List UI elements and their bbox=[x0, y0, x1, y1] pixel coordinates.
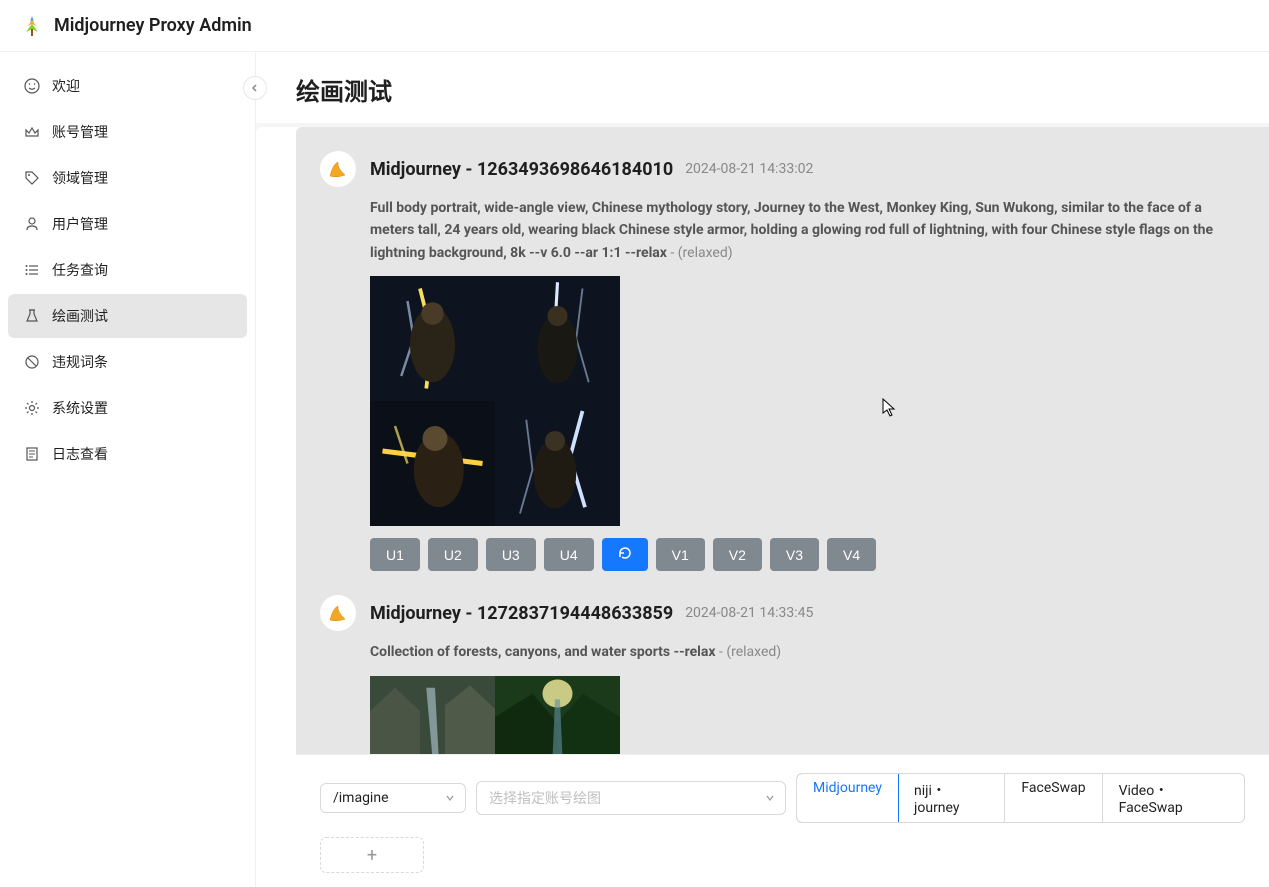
flask-icon bbox=[24, 308, 40, 324]
upscale-2-button[interactable]: U2 bbox=[428, 538, 478, 571]
sidebar-item-banned-words[interactable]: 违规词条 bbox=[8, 340, 247, 384]
reroll-button[interactable] bbox=[602, 538, 648, 571]
bot-avatar bbox=[320, 151, 356, 187]
chevron-left-icon bbox=[250, 83, 260, 93]
message-card: Midjourney - 1263493698646184010 2024-08… bbox=[320, 151, 1245, 571]
midjourney-icon bbox=[327, 602, 349, 624]
sidebar-item-users[interactable]: 用户管理 bbox=[8, 202, 247, 246]
sidebar-item-logs[interactable]: 日志查看 bbox=[8, 432, 247, 476]
sidebar-item-label: 绘画测试 bbox=[52, 306, 108, 326]
sidebar: 欢迎 账号管理 领域管理 用户管理 任务查询 绘画测试 违规词条 系统设置 bbox=[0, 52, 256, 887]
sidebar-collapse-button[interactable] bbox=[243, 76, 267, 100]
mode-radio-group: Midjourney niji・journey FaceSwap Video・F… bbox=[796, 773, 1245, 823]
upload-button[interactable]: + bbox=[320, 837, 424, 873]
message-title: Midjourney - 1272837194448633859 bbox=[370, 603, 673, 624]
crown-icon bbox=[24, 124, 40, 140]
result-image-grid[interactable] bbox=[370, 276, 620, 526]
message-time: 2024-08-21 14:33:45 bbox=[685, 605, 813, 621]
plus-icon: + bbox=[367, 845, 377, 866]
sidebar-item-label: 用户管理 bbox=[52, 214, 108, 234]
input-bar: /imagine 选择指定账号绘图 Midjourney niji・journe… bbox=[296, 754, 1269, 887]
chevron-down-icon bbox=[765, 793, 775, 803]
sidebar-item-welcome[interactable]: 欢迎 bbox=[8, 64, 247, 108]
prompt-text: Collection of forests, canyons, and wate… bbox=[370, 641, 1245, 663]
app-header: Midjourney Proxy Admin bbox=[0, 0, 1269, 52]
sidebar-item-label: 任务查询 bbox=[52, 260, 108, 280]
variation-1-button[interactable]: V1 bbox=[656, 538, 705, 571]
message-time: 2024-08-21 14:33:02 bbox=[685, 161, 813, 177]
midjourney-icon bbox=[327, 158, 349, 180]
sidebar-item-label: 账号管理 bbox=[52, 122, 108, 142]
action-buttons-row: U1 U2 U3 U4 V1 V2 V3 V4 bbox=[370, 538, 1245, 571]
account-select[interactable]: 选择指定账号绘图 bbox=[476, 781, 786, 815]
variation-2-button[interactable]: V2 bbox=[713, 538, 762, 571]
app-title: Midjourney Proxy Admin bbox=[54, 15, 252, 36]
command-select[interactable]: /imagine bbox=[320, 783, 466, 813]
sidebar-item-settings[interactable]: 系统设置 bbox=[8, 386, 247, 430]
sidebar-item-label: 违规词条 bbox=[52, 352, 108, 372]
upscale-1-button[interactable]: U1 bbox=[370, 538, 420, 571]
page-title: 绘画测试 bbox=[296, 72, 1229, 107]
mode-faceswap[interactable]: FaceSwap bbox=[1005, 774, 1102, 822]
sidebar-item-accounts[interactable]: 账号管理 bbox=[8, 110, 247, 154]
mode-video-faceswap[interactable]: Video・FaceSwap bbox=[1103, 774, 1244, 822]
gear-icon bbox=[24, 400, 40, 416]
document-icon bbox=[24, 446, 40, 462]
sidebar-item-label: 领域管理 bbox=[52, 168, 108, 188]
sidebar-item-label: 欢迎 bbox=[52, 76, 80, 96]
sidebar-item-label: 日志查看 bbox=[52, 444, 108, 464]
mode-niji[interactable]: niji・journey bbox=[898, 774, 1005, 822]
chevron-down-icon bbox=[445, 793, 455, 803]
command-select-value: /imagine bbox=[333, 790, 389, 806]
page-header: 绘画测试 bbox=[256, 52, 1269, 123]
main-content: 绘画测试 Midjourney - 1263493698646184010 20… bbox=[256, 52, 1269, 887]
user-icon bbox=[24, 216, 40, 232]
refresh-icon bbox=[618, 546, 632, 560]
messages-list: Midjourney - 1263493698646184010 2024-08… bbox=[296, 127, 1269, 754]
list-icon bbox=[24, 262, 40, 278]
message-card: Midjourney - 1272837194448633859 2024-08… bbox=[320, 595, 1245, 754]
smile-icon bbox=[24, 78, 40, 94]
message-title: Midjourney - 1263493698646184010 bbox=[370, 159, 673, 180]
tag-icon bbox=[24, 170, 40, 186]
bot-avatar bbox=[320, 595, 356, 631]
ban-icon bbox=[24, 354, 40, 370]
result-image-grid[interactable] bbox=[370, 676, 620, 754]
account-select-placeholder: 选择指定账号绘图 bbox=[489, 791, 601, 807]
sidebar-item-domains[interactable]: 领域管理 bbox=[8, 156, 247, 200]
prompt-text: Full body portrait, wide-angle view, Chi… bbox=[370, 197, 1245, 264]
sidebar-item-tasks[interactable]: 任务查询 bbox=[8, 248, 247, 292]
variation-3-button[interactable]: V3 bbox=[770, 538, 819, 571]
app-logo-icon bbox=[20, 14, 44, 38]
sidebar-item-label: 系统设置 bbox=[52, 398, 108, 418]
upscale-3-button[interactable]: U3 bbox=[486, 538, 536, 571]
upscale-4-button[interactable]: U4 bbox=[544, 538, 594, 571]
mode-midjourney[interactable]: Midjourney bbox=[796, 773, 899, 823]
variation-4-button[interactable]: V4 bbox=[827, 538, 876, 571]
sidebar-item-draw-test[interactable]: 绘画测试 bbox=[8, 294, 247, 338]
